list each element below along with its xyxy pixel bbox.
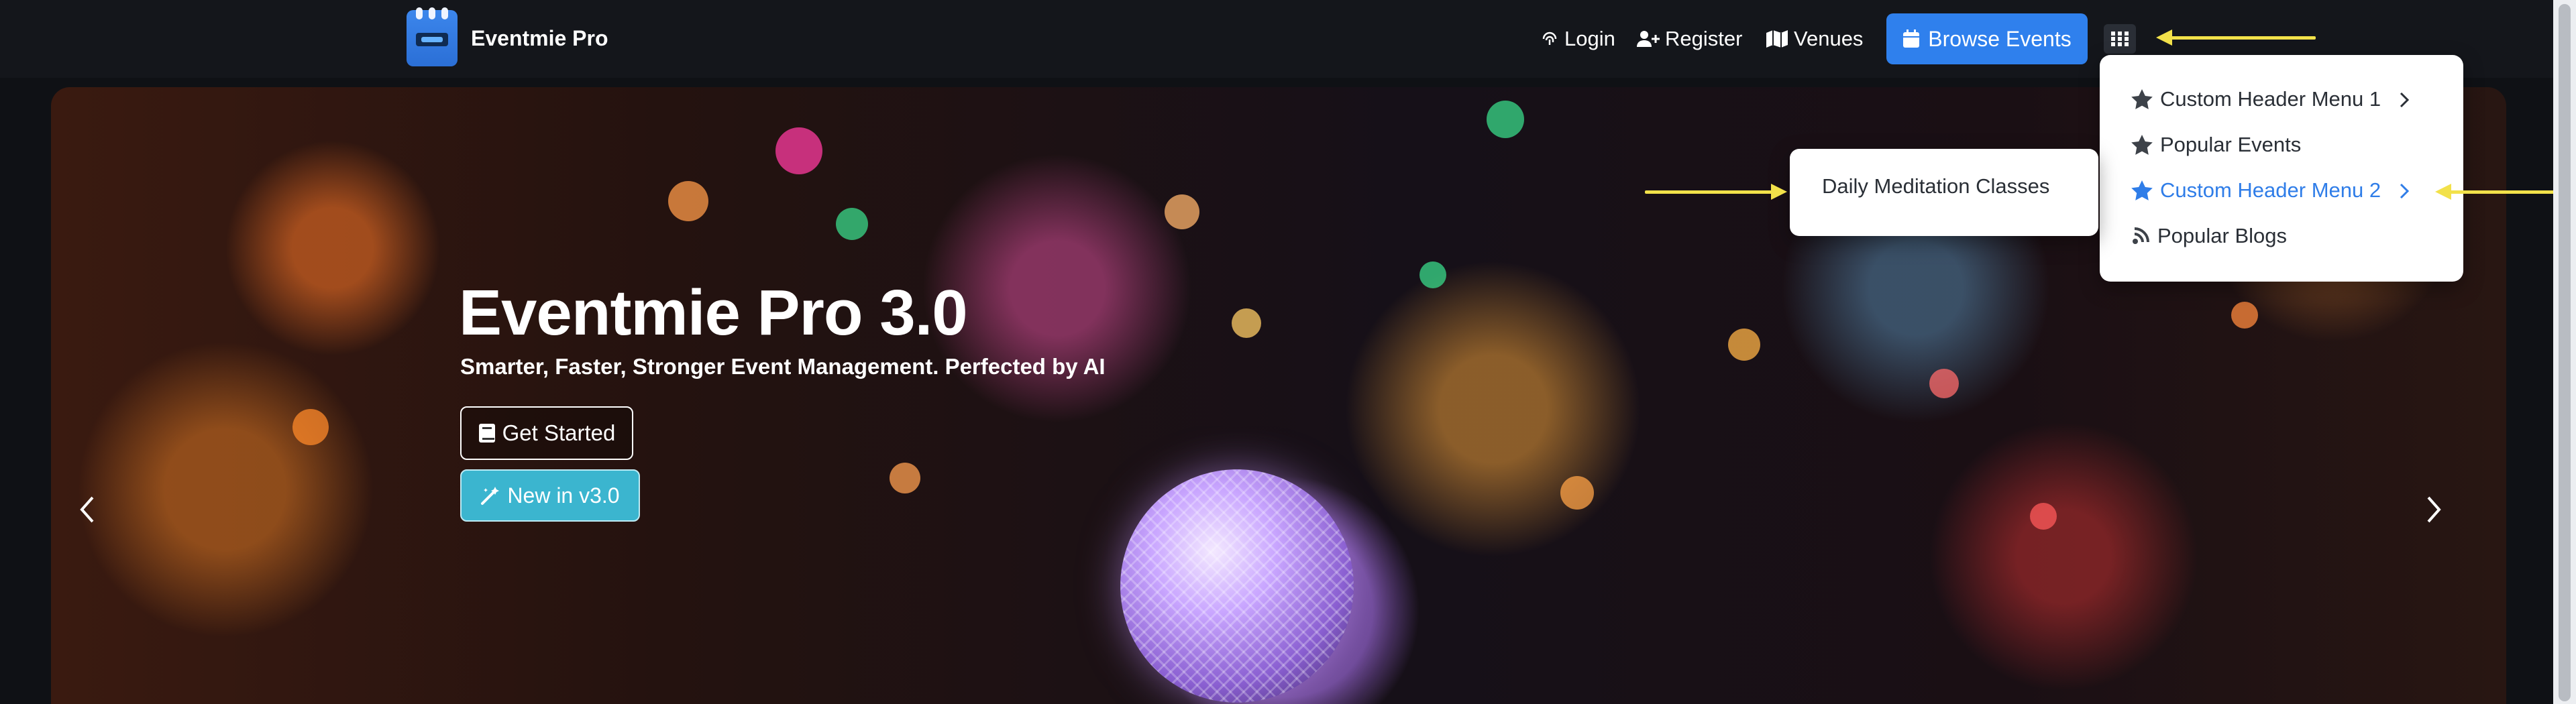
chevron-right-icon	[2427, 496, 2441, 523]
star-icon	[2131, 180, 2153, 200]
new-in-version-button[interactable]: New in v3.0	[460, 469, 640, 522]
calendar-icon	[1903, 30, 1920, 48]
brand-link[interactable]: Eventmie Pro	[407, 7, 608, 66]
nav-login-link[interactable]: Login	[1540, 20, 1615, 58]
browse-events-button[interactable]: Browse Events	[1886, 13, 2088, 64]
chevron-left-icon	[80, 496, 94, 523]
menu-item-label: Popular Events	[2160, 133, 2302, 156]
apps-menu-toggle[interactable]	[2104, 24, 2136, 54]
star-icon	[2131, 89, 2153, 109]
hero-title: Eventmie Pro 3.0	[459, 277, 968, 349]
book-icon	[478, 424, 495, 443]
chevron-right-icon	[2400, 183, 2410, 199]
nav-venues-label: Venues	[1794, 27, 1864, 50]
page-scrollbar[interactable]	[2553, 0, 2576, 704]
carousel-next-button[interactable]	[2424, 495, 2443, 528]
menu-item-popular-blogs[interactable]: Popular Blogs	[2131, 217, 2439, 255]
apps-dropdown-menu: Custom Header Menu 1 Popular Events Cust…	[2100, 55, 2463, 282]
nav-register-link[interactable]: Register	[1637, 20, 1742, 58]
chevron-right-icon	[2400, 92, 2410, 108]
get-started-button[interactable]: Get Started	[460, 406, 633, 460]
blog-icon	[2133, 227, 2149, 244]
browse-events-label: Browse Events	[1928, 26, 2072, 51]
star-icon	[2131, 135, 2153, 155]
user-plus-icon	[1637, 31, 1660, 47]
carousel-previous-button[interactable]	[78, 495, 97, 528]
brand-logo-icon	[407, 7, 458, 66]
brand-name: Eventmie Pro	[471, 25, 608, 50]
menu-item-label: Popular Blogs	[2157, 224, 2288, 247]
scrollbar-thumb[interactable]	[2559, 4, 2571, 701]
new-in-version-label: New in v3.0	[507, 483, 620, 508]
menu-item-custom-header-menu-2[interactable]: Custom Header Menu 2	[2131, 172, 2439, 209]
submenu-item-daily-meditation-classes[interactable]: Daily Meditation Classes	[1822, 174, 2049, 198]
magic-wand-icon	[481, 487, 500, 505]
fingerprint-icon	[1542, 32, 1557, 45]
get-started-label: Get Started	[502, 420, 616, 445]
hero-subtitle: Smarter, Faster, Stronger Event Manageme…	[460, 354, 1106, 379]
menu-item-label: Custom Header Menu 2	[2160, 178, 2381, 202]
menu-item-popular-events[interactable]: Popular Events	[2131, 126, 2439, 164]
microphone-image	[1120, 469, 1354, 703]
nav-venues-link[interactable]: Venues	[1766, 20, 1863, 58]
menu-item-custom-header-menu-1[interactable]: Custom Header Menu 1	[2131, 80, 2439, 118]
menu-item-label: Custom Header Menu 1	[2160, 87, 2381, 111]
custom-header-menu-2-submenu: Daily Meditation Classes	[1790, 149, 2098, 236]
grid-icon	[2111, 32, 2129, 46]
map-icon	[1766, 30, 1788, 48]
nav-register-label: Register	[1665, 27, 1743, 50]
nav-login-label: Login	[1564, 27, 1615, 50]
